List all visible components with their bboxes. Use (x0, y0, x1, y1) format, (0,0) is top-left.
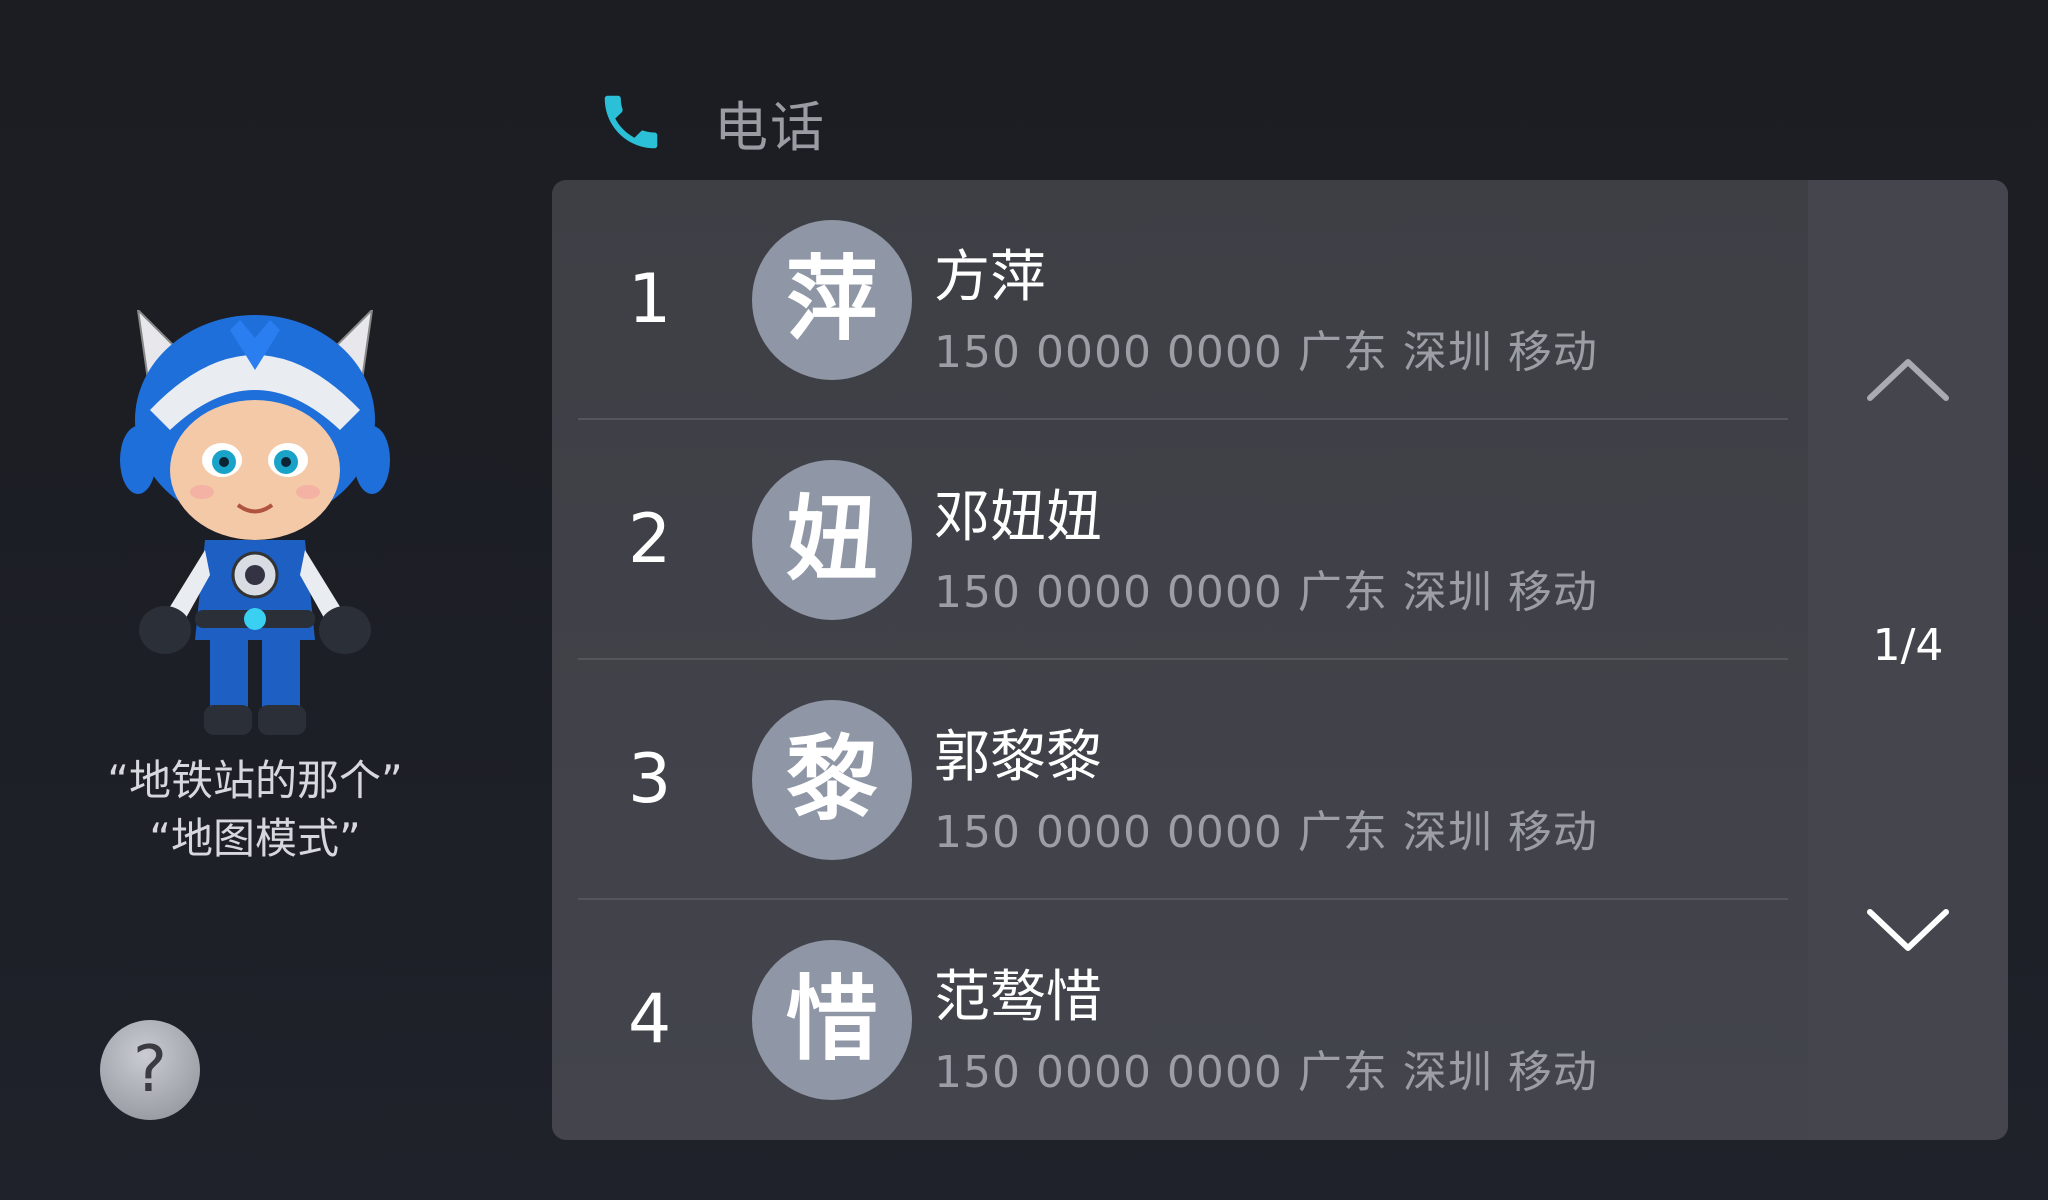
contact-avatar: 惜 (752, 940, 912, 1100)
contact-list: 1 萍 方萍 150 0000 0000 广东 深圳 移动 2 妞 邓妞妞 15… (552, 180, 1808, 1140)
contact-name: 邓妞妞 (934, 485, 1102, 550)
contact-row[interactable]: 3 黎 郭黎黎 150 0000 0000 广东 深圳 移动 (552, 660, 1808, 900)
help-button[interactable]: ? (100, 1020, 200, 1120)
assistant-avatar[interactable] (110, 310, 400, 740)
contact-index: 2 (628, 500, 672, 579)
contact-row[interactable]: 2 妞 邓妞妞 150 0000 0000 广东 深圳 移动 (552, 420, 1808, 660)
contact-index: 4 (628, 980, 672, 1059)
pager: 1/4 (1808, 180, 2008, 1140)
contact-detail: 150 0000 0000 广东 深圳 移动 (934, 1047, 1598, 1098)
contact-name: 郭黎黎 (934, 725, 1102, 790)
contact-row[interactable]: 4 惜 范骜惜 150 0000 0000 广东 深圳 移动 (552, 900, 1808, 1140)
contact-index: 3 (628, 740, 672, 819)
robot-mascot-icon (120, 310, 390, 735)
page-indicator: 1/4 (1872, 620, 1944, 671)
contacts-panel: 1 萍 方萍 150 0000 0000 广东 深圳 移动 2 妞 邓妞妞 15… (552, 180, 2008, 1140)
page-title: 电话 (714, 95, 826, 159)
contact-detail: 150 0000 0000 广东 深圳 移动 (934, 807, 1598, 858)
contact-name: 方萍 (934, 245, 1046, 310)
question-icon: ? (133, 1033, 167, 1107)
phone-icon (604, 95, 658, 149)
contact-row[interactable]: 1 萍 方萍 150 0000 0000 广东 深圳 移动 (552, 180, 1808, 420)
chevron-down-icon (1867, 909, 1949, 951)
page-header: 电话 (596, 82, 826, 162)
voice-hint: “地图模式” (149, 814, 361, 863)
contact-avatar: 妞 (752, 460, 912, 620)
voice-hints: “地铁站的那个” “地图模式” (40, 752, 470, 868)
contact-index: 1 (628, 260, 672, 339)
page-up-button[interactable] (1858, 340, 1958, 420)
voice-hint: “地铁站的那个” (107, 756, 403, 805)
chevron-up-icon (1867, 359, 1949, 401)
contact-name: 范骜惜 (934, 965, 1102, 1030)
contact-detail: 150 0000 0000 广东 深圳 移动 (934, 567, 1598, 618)
contact-avatar: 黎 (752, 700, 912, 860)
page-down-button[interactable] (1858, 890, 1958, 970)
contact-detail: 150 0000 0000 广东 深圳 移动 (934, 327, 1598, 378)
contact-avatar: 萍 (752, 220, 912, 380)
